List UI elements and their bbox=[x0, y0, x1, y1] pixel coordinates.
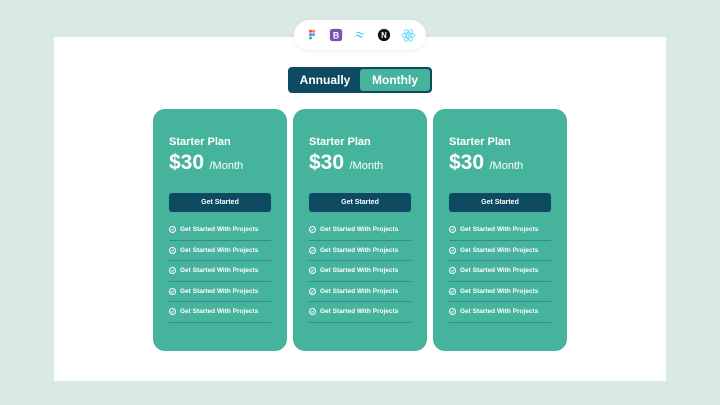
feature-text: Get Started With Projects bbox=[320, 267, 399, 275]
feature-text: Get Started With Projects bbox=[180, 287, 259, 295]
feature-item: Get Started With Projects bbox=[449, 282, 551, 302]
feature-item: Get Started With Projects bbox=[309, 241, 411, 261]
check-circle-icon bbox=[309, 287, 316, 295]
price-period: /Month bbox=[209, 160, 244, 172]
check-circle-icon bbox=[169, 287, 176, 295]
get-started-button[interactable]: Get Started bbox=[449, 193, 551, 212]
page: B N Annually Monthly Starter Plan $30 /M… bbox=[0, 0, 720, 405]
check-circle-icon bbox=[169, 226, 176, 234]
check-circle-icon bbox=[309, 246, 316, 254]
react-icon bbox=[400, 27, 416, 43]
feature-list: Get Started With Projects Get Started Wi… bbox=[449, 220, 551, 323]
get-started-button[interactable]: Get Started bbox=[309, 193, 411, 212]
check-circle-icon bbox=[449, 226, 456, 234]
feature-text: Get Started With Projects bbox=[180, 267, 259, 275]
feature-item: Get Started With Projects bbox=[169, 282, 271, 302]
feature-text: Get Started With Projects bbox=[320, 287, 399, 295]
plan-price: $30 /Month bbox=[449, 151, 523, 175]
check-circle-icon bbox=[169, 308, 176, 316]
feature-item: Get Started With Projects bbox=[169, 241, 271, 261]
price-amount: $30 bbox=[449, 151, 485, 174]
feature-text: Get Started With Projects bbox=[460, 287, 539, 295]
feature-text: Get Started With Projects bbox=[460, 308, 539, 316]
plan-price: $30 /Month bbox=[309, 151, 383, 175]
feature-text: Get Started With Projects bbox=[320, 246, 399, 254]
check-circle-icon bbox=[169, 246, 176, 254]
feature-item: Get Started With Projects bbox=[169, 261, 271, 282]
feature-text: Get Started With Projects bbox=[180, 308, 259, 316]
plan-name: Starter Plan bbox=[169, 136, 231, 148]
feature-text: Get Started With Projects bbox=[320, 308, 399, 316]
billing-toggle: Annually Monthly bbox=[288, 67, 432, 93]
price-period: /Month bbox=[489, 160, 524, 172]
check-circle-icon bbox=[449, 246, 456, 254]
plan-name: Starter Plan bbox=[449, 136, 511, 148]
feature-text: Get Started With Projects bbox=[180, 246, 259, 254]
plan-name: Starter Plan bbox=[309, 136, 371, 148]
price-amount: $30 bbox=[169, 151, 205, 174]
plan-price: $30 /Month bbox=[169, 151, 243, 175]
pricing-card: Starter Plan $30 /Month Get Started Get … bbox=[433, 109, 567, 351]
nextjs-icon: N bbox=[376, 27, 392, 43]
feature-item: Get Started With Projects bbox=[169, 302, 271, 323]
feature-item: Get Started With Projects bbox=[449, 241, 551, 261]
feature-item: Get Started With Projects bbox=[309, 302, 411, 323]
get-started-button[interactable]: Get Started bbox=[169, 193, 271, 212]
feature-item: Get Started With Projects bbox=[309, 220, 411, 241]
check-circle-icon bbox=[169, 267, 176, 275]
bootstrap-icon: B bbox=[328, 27, 344, 43]
feature-text: Get Started With Projects bbox=[180, 226, 259, 234]
tailwind-icon bbox=[352, 27, 368, 43]
price-amount: $30 bbox=[309, 151, 345, 174]
svg-text:N: N bbox=[381, 31, 387, 40]
feature-text: Get Started With Projects bbox=[460, 226, 539, 234]
monthly-option[interactable]: Monthly bbox=[360, 69, 430, 91]
svg-text:B: B bbox=[333, 31, 339, 41]
check-circle-icon bbox=[309, 226, 316, 234]
feature-text: Get Started With Projects bbox=[320, 226, 399, 234]
feature-item: Get Started With Projects bbox=[169, 220, 271, 241]
price-period: /Month bbox=[349, 160, 384, 172]
feature-list: Get Started With Projects Get Started Wi… bbox=[169, 220, 271, 323]
feature-item: Get Started With Projects bbox=[309, 261, 411, 282]
feature-item: Get Started With Projects bbox=[449, 220, 551, 241]
feature-text: Get Started With Projects bbox=[460, 246, 539, 254]
figma-icon bbox=[304, 27, 320, 43]
feature-item: Get Started With Projects bbox=[309, 282, 411, 302]
pricing-card: Starter Plan $30 /Month Get Started Get … bbox=[293, 109, 427, 351]
feature-item: Get Started With Projects bbox=[449, 261, 551, 282]
feature-text: Get Started With Projects bbox=[460, 267, 539, 275]
annually-option[interactable]: Annually bbox=[290, 69, 360, 91]
feature-list: Get Started With Projects Get Started Wi… bbox=[309, 220, 411, 323]
check-circle-icon bbox=[449, 287, 456, 295]
tech-stack-bar: B N bbox=[294, 20, 426, 50]
check-circle-icon bbox=[449, 308, 456, 316]
feature-item: Get Started With Projects bbox=[449, 302, 551, 323]
pricing-card: Starter Plan $30 /Month Get Started Get … bbox=[153, 109, 287, 351]
check-circle-icon bbox=[449, 267, 456, 275]
check-circle-icon bbox=[309, 308, 316, 316]
check-circle-icon bbox=[309, 267, 316, 275]
